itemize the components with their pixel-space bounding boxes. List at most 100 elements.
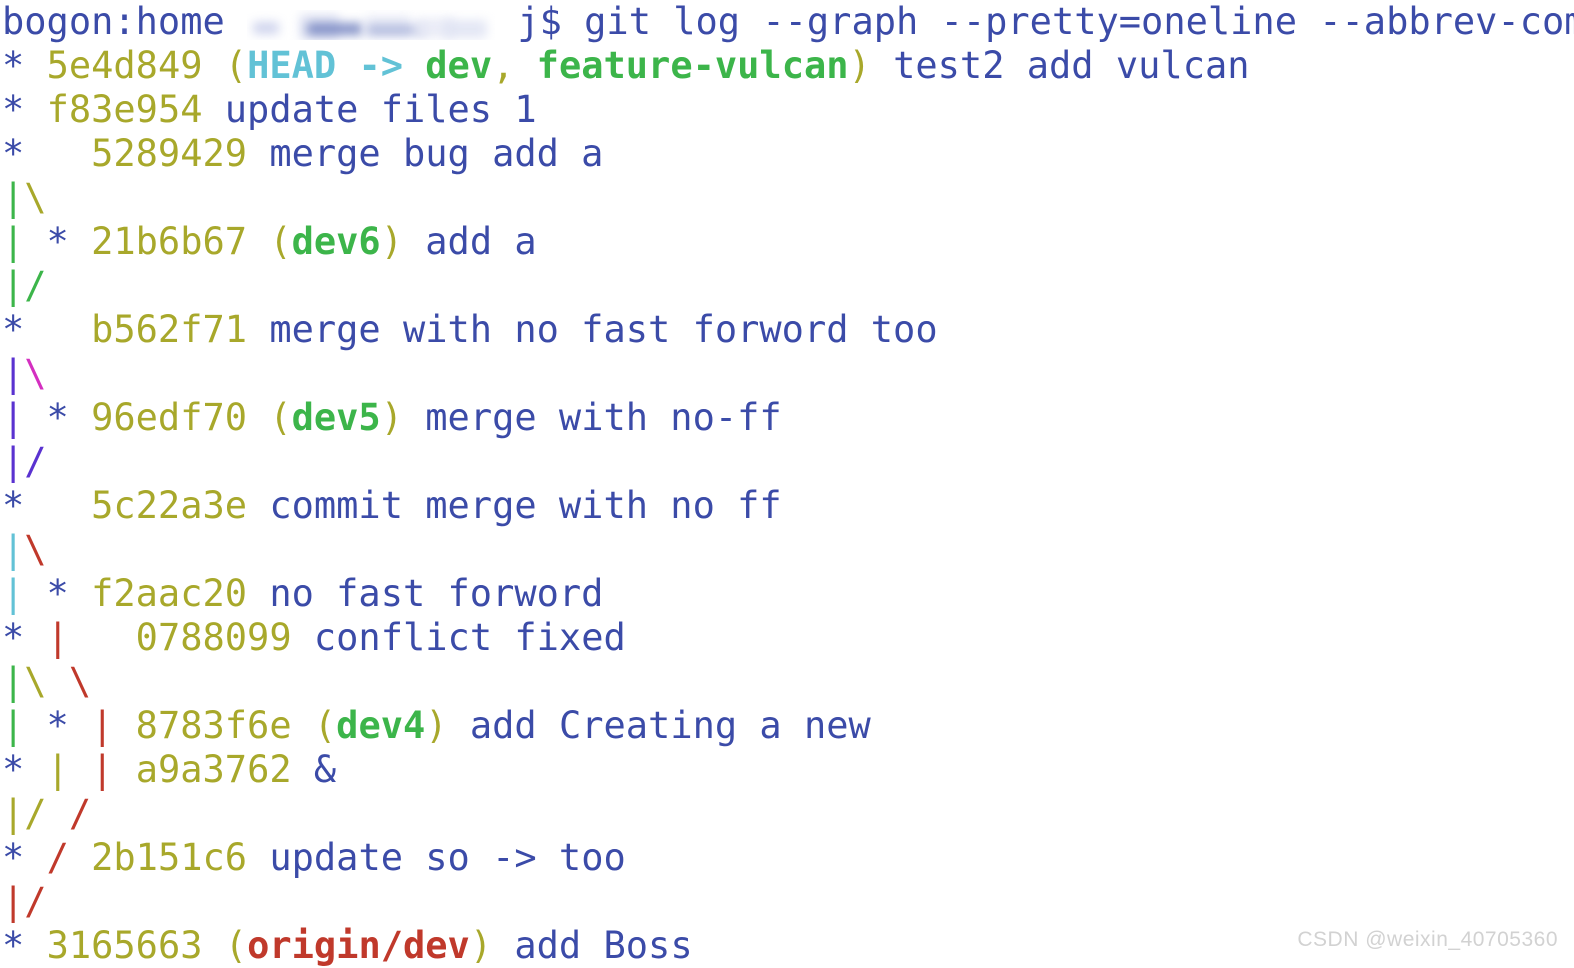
commit-node-marker: * (2, 308, 92, 351)
commit-line: * b562f71 merge with no fast forword too (0, 308, 1574, 352)
graph-rail: | (91, 748, 114, 791)
graph-rail: | (2, 792, 25, 835)
commit-subject: commit merge with no ff (247, 484, 782, 527)
graph-rail: \ (24, 528, 47, 571)
commit-line: * 5c22a3e commit merge with no ff (0, 484, 1574, 528)
decoration-paren: , (492, 44, 537, 87)
graph-rail: | (2, 220, 25, 263)
commit-line: * 5289429 merge bug add a (0, 132, 1574, 176)
terminal-output: bogon:home j$ git log --graph --pretty=o… (0, 0, 1574, 968)
decoration-paren: ( (202, 924, 248, 967)
commit-line: * f83e954 update files 1 (0, 88, 1574, 132)
graph-rail: / (68, 792, 92, 835)
commit-node-marker: * (2, 748, 47, 791)
commit-subject: no fast forword (247, 572, 604, 615)
graph-rail: | (2, 176, 25, 219)
graph-line: |/ (0, 264, 1574, 308)
decoration-paren: ( (247, 220, 292, 263)
commit-node-marker: * (24, 220, 92, 263)
decoration-paren: ( (291, 704, 337, 747)
local-branch-ref: dev6 (291, 220, 381, 263)
graph-rail: | (2, 880, 25, 923)
graph-line: |\ \ (0, 660, 1574, 704)
commit-subject: merge with no fast forword too (247, 308, 938, 351)
local-branch-ref: dev4 (336, 704, 426, 747)
commit-hash: 5e4d849 (46, 44, 203, 87)
commit-hash: 5c22a3e (91, 484, 248, 527)
remote-branch-ref: origin/dev (247, 924, 470, 967)
commit-line: | * f2aac20 no fast forword (0, 572, 1574, 616)
decoration-paren: ( (247, 396, 292, 439)
commit-line: * | | a9a3762 & (0, 748, 1574, 792)
graph-rail: / (24, 792, 47, 835)
graph-line: |\ (0, 352, 1574, 396)
graph-rail: | (2, 528, 25, 571)
graph-rail: / (24, 440, 47, 483)
decoration-paren: ( (202, 44, 248, 87)
graph-rail: / (24, 264, 47, 307)
graph-line: |/ (0, 440, 1574, 484)
graph-rail: | (2, 264, 25, 307)
commit-subject: merge with no-ff (403, 396, 782, 439)
commit-subject (47, 792, 69, 835)
graph-rail: | (2, 704, 25, 747)
commit-hash: 2b151c6 (91, 836, 248, 879)
commit-hash: 0788099 (135, 616, 292, 659)
commit-subject: add Boss (492, 924, 693, 967)
commit-subject: update files 1 (202, 88, 537, 131)
commit-subject: add a (403, 220, 537, 263)
commit-node-marker: * (2, 88, 47, 131)
commit-hash: 21b6b67 (91, 220, 248, 263)
graph-rail: | (91, 704, 114, 747)
commit-subject: update so -> too (247, 836, 626, 879)
local-branch-ref: dev (425, 44, 493, 87)
commit-node-marker: * (24, 704, 92, 747)
commit-subject: bogon:home (2, 0, 248, 43)
commit-hash: f2aac20 (91, 572, 248, 615)
commit-line: * 5e4d849 (HEAD -> dev, feature-vulcan) … (0, 44, 1574, 88)
commit-subject: j$ git log --graph --pretty=oneline --ab… (495, 0, 1574, 43)
graph-rail: \ (24, 176, 47, 219)
commit-hash: 96edf70 (91, 396, 248, 439)
graph-rail: \ (68, 660, 92, 703)
graph-rail: \ (24, 660, 47, 703)
commit-hash: 3165663 (46, 924, 203, 967)
commit-hash: a9a3762 (135, 748, 292, 791)
graph-rail: \ (24, 352, 47, 395)
local-branch-ref: feature-vulcan (536, 44, 849, 87)
commit-hash: 8783f6e (135, 704, 292, 747)
commit-subject (69, 616, 136, 659)
graph-line: |/ (0, 880, 1574, 924)
graph-rail: / (46, 836, 69, 879)
commit-node-marker: * (2, 132, 92, 175)
commit-line: * / 2b151c6 update so -> too (0, 836, 1574, 880)
csdn-watermark: CSDN @weixin_40705360 (1297, 928, 1558, 951)
graph-rail: | (46, 616, 69, 659)
decoration-paren: ) (380, 396, 403, 439)
commit-line: * | 0788099 conflict fixed (0, 616, 1574, 660)
decoration-paren: ) (380, 220, 403, 263)
decoration-paren: ) (469, 924, 493, 967)
commit-subject: add Creating a new (447, 704, 871, 747)
graph-rail: | (2, 660, 25, 703)
commit-line: | * 96edf70 (dev5) merge with no-ff (0, 396, 1574, 440)
commit-subject (47, 660, 69, 703)
commit-subject (113, 704, 135, 747)
commit-node-marker: * (2, 924, 47, 967)
graph-line: |\ (0, 176, 1574, 220)
commit-node-marker: * (2, 484, 92, 527)
graph-rail: | (46, 748, 69, 791)
redacted-username (247, 10, 495, 40)
commit-subject (113, 748, 135, 791)
graph-rail: / (24, 880, 47, 923)
commit-subject: merge bug add a (247, 132, 604, 175)
commit-node-marker: * (24, 396, 92, 439)
commit-hash: 5289429 (91, 132, 248, 175)
commit-node-marker: * (24, 572, 92, 615)
terminal-window: bogon:home j$ git log --graph --pretty=o… (0, 0, 1574, 968)
decoration-paren: ) (425, 704, 448, 747)
graph-line: |\ (0, 528, 1574, 572)
graph-line: |/ / (0, 792, 1574, 836)
commit-node-marker: * (2, 44, 47, 87)
commit-subject: conflict fixed (291, 616, 626, 659)
